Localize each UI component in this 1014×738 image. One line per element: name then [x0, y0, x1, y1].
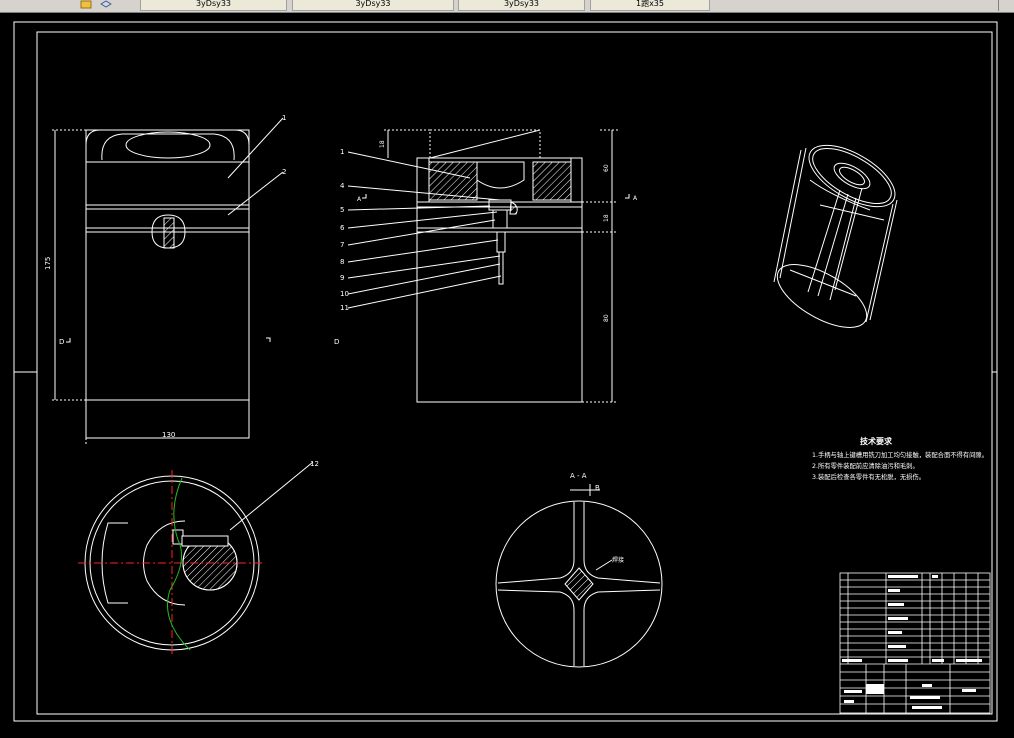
cad-drawing-canvas[interactable]: 1 2 175 130 D 1 4 5 6 7 8 9 10 11 18 60 … — [0, 12, 1014, 738]
drawing-tab[interactable]: 1跑x35 — [590, 0, 710, 11]
tab-label: 3yDsy33 — [355, 0, 391, 8]
notes-line-2: 2.所有零件装配前应清除油污和毛刺。 — [812, 461, 919, 470]
section-a-weld-note: 焊接 — [612, 556, 624, 564]
tab-label: 3yDsy33 — [195, 0, 232, 8]
section-dim-upper: 60 — [603, 164, 610, 172]
section-a-label: B — [595, 484, 600, 492]
section-callout-7: 7 — [340, 241, 344, 249]
bottom-callout-12: 12 — [310, 460, 319, 468]
section-marker: A — [633, 195, 638, 202]
drawing-frame — [13, 21, 998, 722]
front-marker-d: D — [334, 338, 339, 346]
title-block-text — [842, 575, 982, 709]
section-callout-6: 6 — [340, 224, 345, 232]
tab-label: 1跑x35 — [635, 0, 664, 8]
scrollbar-stub[interactable] — [998, 0, 1014, 11]
drawing-tab[interactable]: 3yDsy33 — [292, 0, 454, 11]
open-folder-icon[interactable] — [80, 0, 92, 9]
front-callout-1: 1 — [282, 114, 286, 122]
section-marker-left: A — [357, 196, 362, 203]
section-dim-mid: 18 — [603, 214, 610, 222]
section-dim-top: 18 — [379, 140, 386, 148]
section-a-a — [495, 484, 663, 668]
tab-label: 3yDsy33 — [503, 0, 540, 8]
bottom-view — [84, 461, 314, 651]
section-callout-10: 10 — [340, 290, 349, 298]
section-callout-1: 1 — [340, 148, 344, 156]
front-dim-width: 130 — [162, 431, 175, 439]
section-a-title: A - A — [570, 472, 587, 480]
section-callout-5: 5 — [340, 206, 344, 214]
front-callout-2: 2 — [282, 168, 286, 176]
drawing-tab[interactable]: 3yDsy33 — [140, 0, 287, 11]
section-callout-4: 4 — [340, 182, 345, 190]
section-view — [347, 129, 630, 403]
isometric-view — [773, 144, 898, 328]
notes-line-1: 1.手柄与轴上键槽用铣刀加工均匀接触，装配合面不得有间隙。 — [812, 450, 988, 459]
notes-title: 技术要求 — [860, 436, 893, 446]
section-dim-lower: 80 — [603, 314, 610, 322]
front-view — [52, 117, 284, 446]
front-section-marker: D — [59, 338, 64, 346]
section-callout-9: 9 — [340, 274, 344, 282]
section-callout-11: 11 — [340, 304, 349, 312]
drawing-tab[interactable]: 3yDsy33 — [458, 0, 585, 11]
section-callout-8: 8 — [340, 258, 344, 266]
layers-icon[interactable] — [100, 0, 112, 9]
notes-line-3: 3.装配后检查各零件有无松脱，无损伤。 — [812, 472, 925, 481]
front-dim-height: 175 — [44, 257, 52, 270]
